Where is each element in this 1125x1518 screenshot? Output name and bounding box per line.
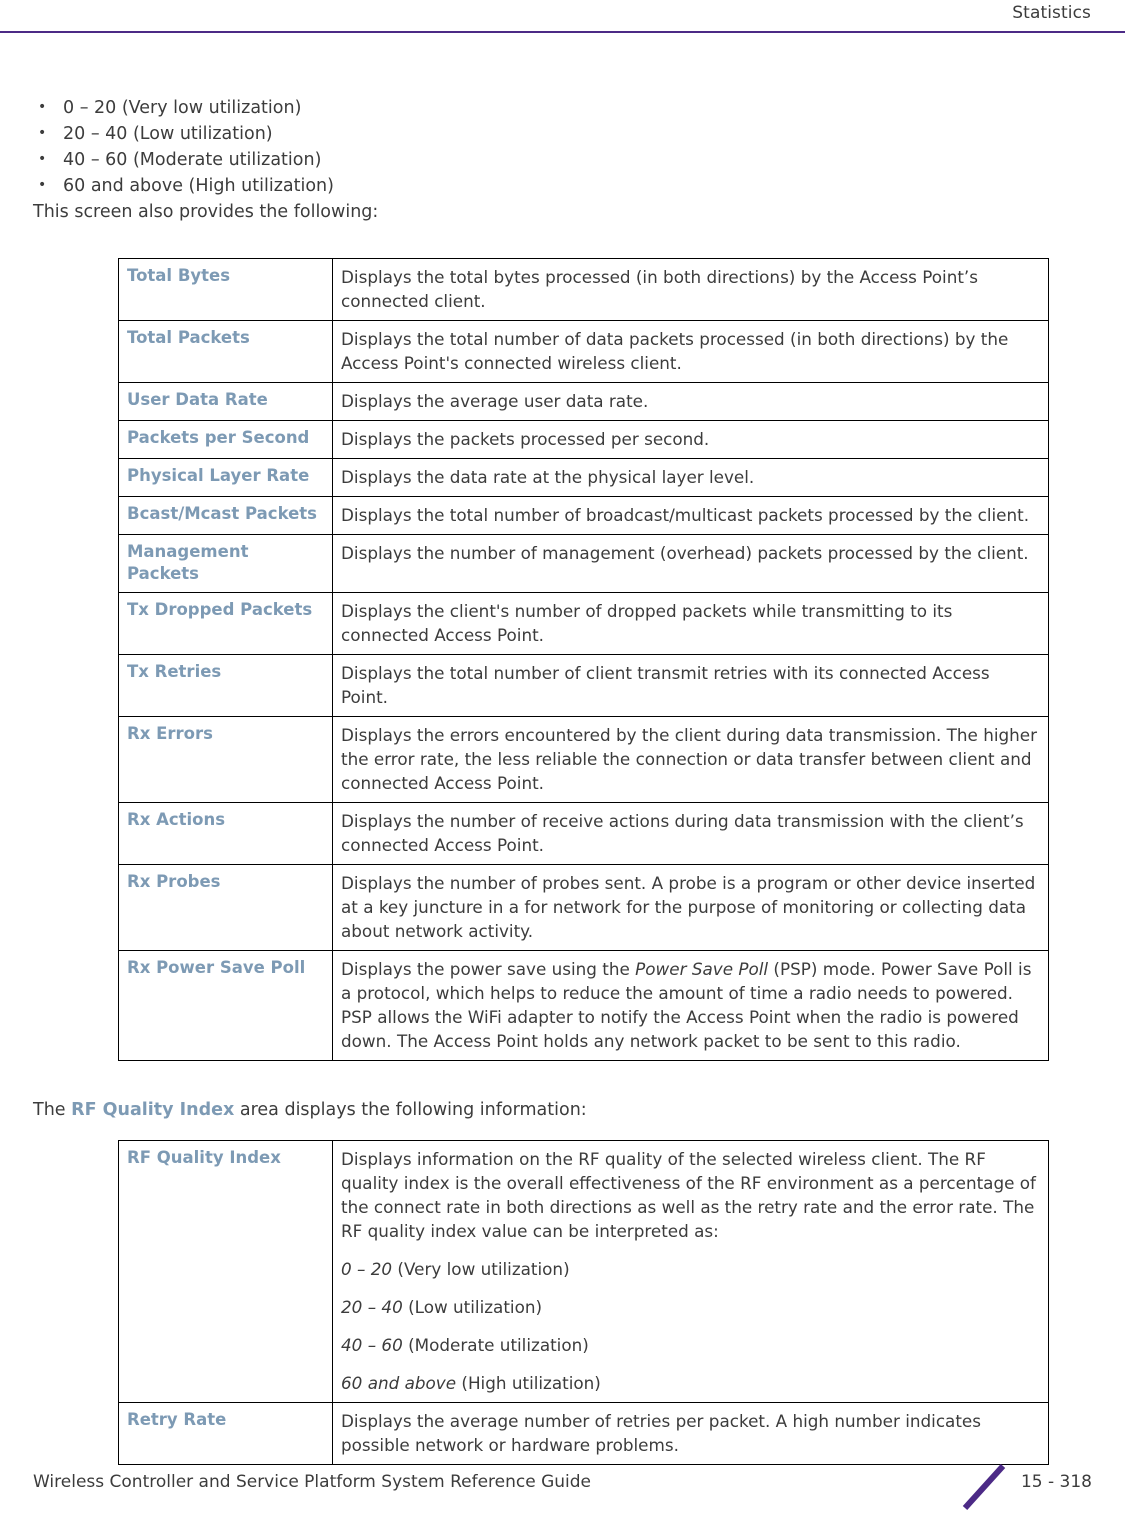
page-header-title: Statistics <box>1012 3 1091 23</box>
row-label: Tx Retries <box>118 654 333 717</box>
rf-range-value: 60 and above <box>341 1373 457 1393</box>
rf-range-value: 40 – 60 <box>341 1335 403 1355</box>
row-description: Displays the data rate at the physical l… <box>332 458 1049 497</box>
row-label: Rx Actions <box>118 802 333 865</box>
row-label: Packets per Second <box>118 420 333 459</box>
row-description: Displays the number of probes sent. A pr… <box>332 864 1049 951</box>
table-row: Rx Probes Displays the number of probes … <box>118 864 1049 951</box>
row-label: Management Packets <box>118 534 333 593</box>
row-description: Displays the number of management (overh… <box>332 534 1049 593</box>
row-label: Physical Layer Rate <box>118 458 333 497</box>
row-description: Displays the total number of broadcast/m… <box>332 496 1049 535</box>
row-description: Displays the total bytes processed (in b… <box>332 258 1049 321</box>
lead-in-paragraph: This screen also provides the following: <box>33 202 379 222</box>
rf-range-item: 60 and above (High utilization) <box>341 1371 1040 1395</box>
list-item: 40 – 60 (Moderate utilization) <box>33 146 1092 173</box>
rf-range-item: 40 – 60 (Moderate utilization) <box>341 1333 1040 1357</box>
table-row: Management Packets Displays the number o… <box>118 534 1049 593</box>
intro-text-before: The <box>33 1100 72 1120</box>
row-label: Bcast/Mcast Packets <box>118 496 333 535</box>
intro-content: 0 – 20 (Very low utilization) 20 – 40 (L… <box>33 94 1092 225</box>
psp-text-part1: Displays the power save using the <box>341 959 636 979</box>
rf-range-meaning: (High utilization) <box>456 1373 601 1393</box>
row-description: Displays the average user data rate. <box>332 382 1049 421</box>
footer-slash-decoration <box>962 1463 1006 1511</box>
page-footer: Wireless Controller and Service Platform… <box>0 1448 1125 1518</box>
row-description: Displays the number of receive actions d… <box>332 802 1049 865</box>
rf-range-item: 20 – 40 (Low utilization) <box>341 1295 1040 1319</box>
rf-quality-index-keyword: RF Quality Index <box>71 1100 235 1120</box>
list-item: 0 – 20 (Very low utilization) <box>33 94 1092 121</box>
rf-range-meaning: (Very low utilization) <box>392 1259 570 1279</box>
utilization-bullet-list: 0 – 20 (Very low utilization) 20 – 40 (L… <box>33 94 1092 199</box>
intro-text-after: area displays the following information: <box>234 1100 587 1120</box>
row-label: Rx Errors <box>118 716 333 803</box>
statistics-table-wrapper: Total Bytes Displays the total bytes pro… <box>118 258 1049 1061</box>
page-header: Statistics <box>0 0 1125 34</box>
rf-range-meaning: (Moderate utilization) <box>402 1335 589 1355</box>
rf-range-item: 0 – 20 (Very low utilization) <box>341 1257 1040 1281</box>
rf-range-meaning: (Low utilization) <box>402 1297 543 1317</box>
row-label: User Data Rate <box>118 382 333 421</box>
row-description: Displays the total number of data packet… <box>332 320 1049 383</box>
statistics-table: Total Bytes Displays the total bytes pro… <box>118 258 1049 1061</box>
table-row: Rx Actions Displays the number of receiv… <box>118 802 1049 865</box>
row-label: Tx Dropped Packets <box>118 592 333 655</box>
table-row: Total Packets Displays the total number … <box>118 320 1049 383</box>
row-label: Total Packets <box>118 320 333 383</box>
rf-quality-index-intro-paragraph: The RF Quality Index area displays the f… <box>33 1097 933 1123</box>
footer-page-number: 15 - 318 <box>1020 1472 1092 1492</box>
rf-description-main: Displays information on the RF quality o… <box>341 1149 1036 1241</box>
rf-quality-table-wrapper: RF Quality Index Displays information on… <box>118 1140 1049 1465</box>
table-row: Packets per Second Displays the packets … <box>118 420 1049 459</box>
psp-italic-term: Power Save Poll <box>635 959 769 979</box>
row-description: Displays the total number of client tran… <box>332 654 1049 717</box>
table-row: Tx Dropped Packets Displays the client's… <box>118 592 1049 655</box>
row-description: Displays the power save using the Power … <box>332 950 1049 1061</box>
row-label: Rx Power Save Poll <box>118 950 333 1061</box>
row-label: RF Quality Index <box>118 1140 333 1403</box>
rf-range-value: 0 – 20 <box>341 1259 393 1279</box>
table-row: Rx Errors Displays the errors encountere… <box>118 716 1049 803</box>
table-row: Physical Layer Rate Displays the data ra… <box>118 458 1049 497</box>
table-row: Rx Power Save Poll Displays the power sa… <box>118 950 1049 1061</box>
table-row: Total Bytes Displays the total bytes pro… <box>118 258 1049 321</box>
row-description: Displays the errors encountered by the c… <box>332 716 1049 803</box>
row-description: Displays information on the RF quality o… <box>332 1140 1049 1403</box>
header-rule-divider <box>0 31 1125 33</box>
rf-range-value: 20 – 40 <box>341 1297 403 1317</box>
rf-quality-table: RF Quality Index Displays information on… <box>118 1140 1049 1465</box>
footer-guide-title: Wireless Controller and Service Platform… <box>33 1472 592 1492</box>
table-row: RF Quality Index Displays information on… <box>118 1140 1049 1403</box>
row-description: Displays the client's number of dropped … <box>332 592 1049 655</box>
table-row: User Data Rate Displays the average user… <box>118 382 1049 421</box>
table-row: Tx Retries Displays the total number of … <box>118 654 1049 717</box>
list-item: 60 and above (High utilization) <box>33 172 1092 199</box>
row-description: Displays the packets processed per secon… <box>332 420 1049 459</box>
row-description-text: Displays the power save using the Power … <box>341 957 1040 1053</box>
list-item: 20 – 40 (Low utilization) <box>33 120 1092 147</box>
row-label: Total Bytes <box>118 258 333 321</box>
row-label: Rx Probes <box>118 864 333 951</box>
table-row: Bcast/Mcast Packets Displays the total n… <box>118 496 1049 535</box>
